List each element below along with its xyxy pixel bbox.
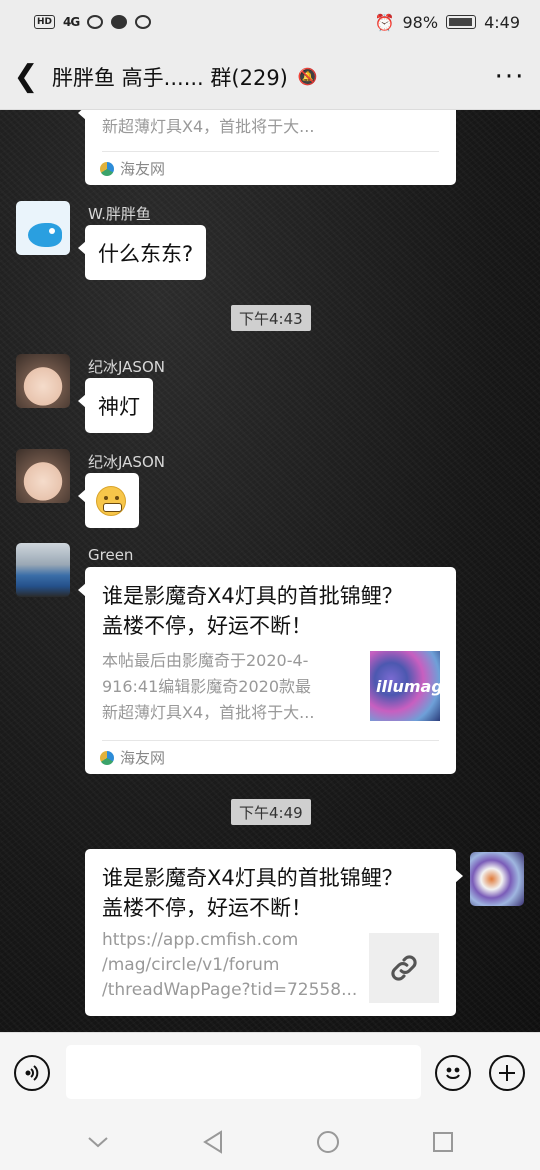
- card-title: 谁是影魔奇X4灯具的首批锦鲤？: [102, 584, 403, 608]
- grimacing-face-icon: [96, 485, 126, 516]
- plus-icon: [499, 1065, 515, 1081]
- emoji-icon: [446, 1067, 460, 1079]
- sender-name: W.胖胖鱼: [88, 205, 151, 223]
- input-bar: [0, 1032, 540, 1114]
- plus-button[interactable]: [489, 1055, 525, 1091]
- avatar[interactable]: [16, 201, 70, 255]
- card-desc: 916:41编辑影魔奇2020款最: [102, 677, 312, 696]
- more-button[interactable]: ···: [480, 44, 540, 110]
- chat-bubble-icon: [111, 15, 128, 29]
- voice-icon: [25, 1065, 39, 1081]
- card-title: 谁是影魔奇X4灯具的首批锦鲤？: [102, 866, 403, 890]
- card-desc: 新超薄灯具X4，首批将于大...: [102, 117, 315, 136]
- link-card[interactable]: 谁是影魔奇X4灯具的首批锦鲤？ 盖楼不停，好运不断！ https://app.c…: [85, 849, 463, 1016]
- voice-button[interactable]: [14, 1055, 50, 1091]
- battery-icon: [446, 15, 477, 29]
- chevron-left-icon: ❮: [13, 59, 39, 94]
- card-desc: 本帖最后由影魔奇于2020-4-: [102, 651, 309, 670]
- avatar[interactable]: [16, 449, 70, 503]
- recents-square-icon[interactable]: [423, 1122, 463, 1162]
- eye-icon: [87, 15, 104, 29]
- link-card[interactable]: 谁是影魔奇X4灯具的首批锦鲤？ 盖楼不停，好运不断！ 本帖最后由影魔奇于2020…: [78, 567, 456, 774]
- hd-badge: HD: [34, 15, 56, 29]
- chat-title: 胖胖鱼 高手...... 群(229) 🔕: [52, 62, 480, 92]
- status-right: ⏰ 98% 4:49: [375, 13, 520, 32]
- fish-icon: [28, 223, 62, 247]
- status-left: HD 4G: [34, 15, 152, 29]
- card-source: 海友网: [100, 158, 165, 179]
- sender-name: Green: [88, 546, 134, 564]
- battery-percent: 98%: [402, 12, 439, 32]
- fish-eye: [49, 228, 55, 234]
- avatar[interactable]: [16, 543, 70, 597]
- source-icon: [100, 750, 114, 765]
- card-divider: [102, 151, 439, 152]
- avatar[interactable]: [16, 354, 70, 408]
- emoji-button[interactable]: [435, 1055, 471, 1091]
- clock: 4:49: [484, 12, 520, 32]
- card-title: 盖楼不停，好运不断！: [102, 614, 312, 638]
- card-title: 盖楼不停，好运不断！: [102, 896, 312, 920]
- card-desc: 新超薄灯具X4，首批将于大...: [102, 703, 315, 722]
- timestamp: 下午4:49: [231, 799, 311, 825]
- chat-area[interactable]: 新超薄灯具X4，首批将于大... 海友网 W.胖胖鱼 什么东东? 下午4:43 …: [0, 110, 540, 1032]
- signal-label: 4G: [63, 15, 80, 29]
- source-name: 海友网: [120, 160, 166, 178]
- system-nav-bar: [0, 1114, 540, 1170]
- card-url: https://app.cmfish.com: [102, 930, 299, 950]
- emoji-bubble[interactable]: [78, 473, 139, 528]
- alarm-icon: ⏰: [374, 12, 395, 32]
- status-bar: HD 4G ⏰ 98% 4:49: [0, 0, 540, 44]
- message-bubble[interactable]: 神灯: [78, 378, 153, 433]
- thumbnail-text: illumagi: [376, 677, 449, 696]
- card-source: 海友网: [100, 747, 165, 768]
- source-name: 海友网: [120, 749, 166, 767]
- tiktok-icon: [135, 15, 152, 29]
- link-icon: [369, 933, 439, 1003]
- avatar[interactable]: [470, 852, 524, 906]
- sender-name: 纪冰JASON: [88, 358, 165, 376]
- card-thumbnail: illumagi: [370, 651, 448, 721]
- message-card-top[interactable]: 新超薄灯具X4，首批将于大... 海友网: [78, 110, 456, 185]
- chevron-down-icon[interactable]: [78, 1122, 118, 1162]
- sender-name: 纪冰JASON: [88, 453, 165, 471]
- group-name: 胖胖鱼 高手...... 群(229): [52, 65, 288, 90]
- timestamp: 下午4:43: [231, 305, 311, 331]
- chat-header: ❮ 胖胖鱼 高手...... 群(229) 🔕 ···: [0, 44, 540, 110]
- back-button[interactable]: ❮: [0, 44, 52, 110]
- source-icon: [100, 161, 114, 176]
- message-input[interactable]: [66, 1045, 421, 1099]
- mute-bell-icon: 🔕: [297, 67, 318, 86]
- card-divider: [102, 740, 439, 741]
- home-circle-icon[interactable]: [308, 1122, 348, 1162]
- back-triangle-icon[interactable]: [193, 1122, 233, 1162]
- card-url: /mag/circle/v1/forum: [102, 955, 280, 975]
- card-url: /threadWapPage?tid=72558...: [102, 980, 358, 1000]
- message-bubble[interactable]: 什么东东?: [77, 225, 207, 280]
